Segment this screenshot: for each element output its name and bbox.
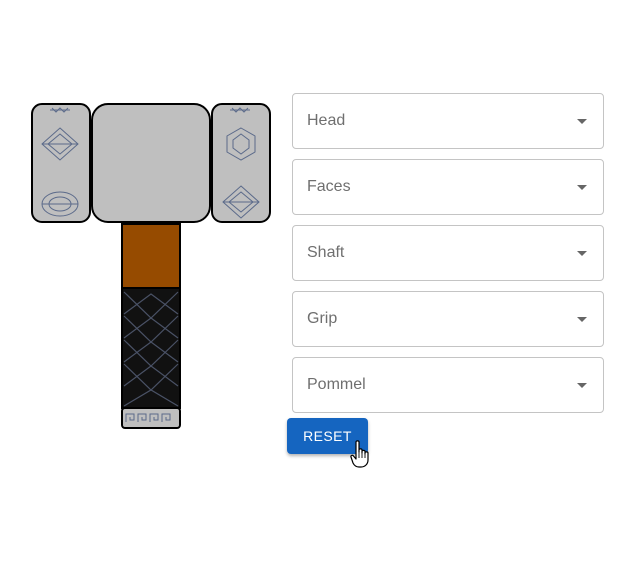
- grip-select[interactable]: Grip: [292, 291, 604, 347]
- hammer-pommel: [121, 407, 181, 429]
- shaft-select-label: Shaft: [307, 244, 345, 261]
- dropdown-arrow-icon: [577, 119, 587, 124]
- shaft-select[interactable]: Shaft: [292, 225, 604, 281]
- hammer-head: [91, 103, 211, 223]
- faces-select[interactable]: Faces: [292, 159, 604, 215]
- hammer-shaft: [121, 223, 181, 289]
- head-select[interactable]: Head: [292, 93, 604, 149]
- head-select-label: Head: [307, 112, 346, 129]
- hand-pointer-cursor-icon: [350, 440, 369, 468]
- part-selects: Head Faces Shaft Grip Pommel: [292, 93, 604, 423]
- left-face: [31, 103, 91, 223]
- hammer-grip: [121, 287, 181, 409]
- dropdown-arrow-icon: [577, 185, 587, 190]
- dropdown-arrow-icon: [577, 251, 587, 256]
- grip-select-label: Grip: [307, 310, 338, 327]
- dropdown-arrow-icon: [577, 383, 587, 388]
- faces-select-label: Faces: [307, 178, 351, 195]
- hammer-builder: Head Faces Shaft Grip Pommel RESET: [0, 0, 640, 567]
- pommel-select-label: Pommel: [307, 376, 366, 393]
- right-face: [211, 103, 271, 223]
- dropdown-arrow-icon: [577, 317, 587, 322]
- hammer-preview: [31, 103, 271, 429]
- pommel-select[interactable]: Pommel: [292, 357, 604, 413]
